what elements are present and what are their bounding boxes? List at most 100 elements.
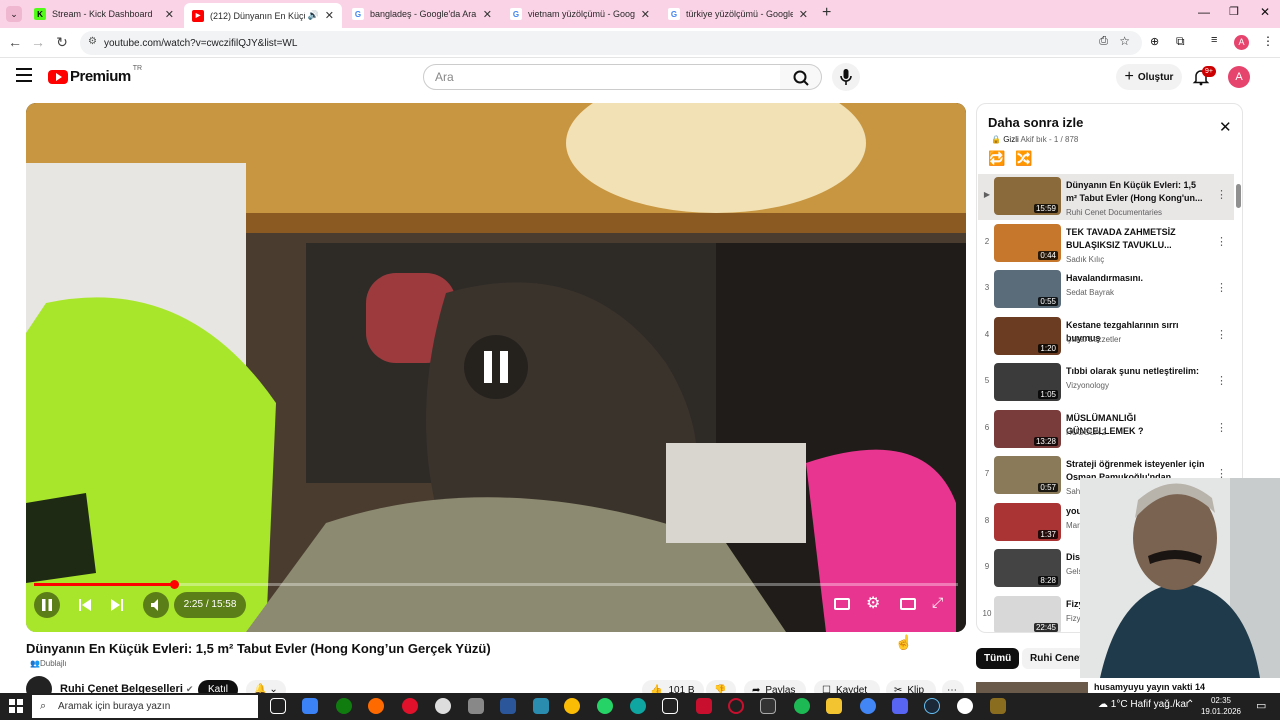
- playlist-item-menu-icon[interactable]: ⋮: [1216, 235, 1227, 248]
- close-tab-icon[interactable]: ✕: [483, 8, 492, 21]
- tab-youtube-video[interactable]: ▶ (212) Dünyanın En Küçük E 🔊 ✕: [184, 3, 342, 28]
- reload-icon[interactable]: ↻: [53, 34, 71, 51]
- audio-playing-icon[interactable]: 🔊: [308, 10, 319, 21]
- tab-google-vietnam[interactable]: G vietnam yüzölçümü - Google'd ✕: [502, 2, 658, 26]
- tray-chevron-icon[interactable]: ⌃: [1186, 699, 1194, 710]
- miniplayer-icon[interactable]: [900, 598, 916, 610]
- playlist-item[interactable]: 3 0:55 Havalandırmasını. Sedat Bayrak ⋮: [978, 267, 1234, 313]
- tab-google-bangladesh[interactable]: G bangladeş - Google'da Ara ✕: [344, 2, 500, 26]
- close-tab-icon[interactable]: ✕: [165, 8, 174, 21]
- playlist-item-thumbnail[interactable]: 1:37: [994, 502, 1061, 541]
- site-info-icon[interactable]: ⚙: [88, 36, 97, 47]
- notification-center-icon[interactable]: ▭: [1256, 699, 1266, 712]
- playlist-item-thumbnail[interactable]: 0:55: [994, 270, 1061, 308]
- word-icon[interactable]: [500, 698, 516, 714]
- playlist-item-thumbnail[interactable]: 22:45: [994, 595, 1061, 632]
- pause-button[interactable]: [34, 592, 60, 618]
- playlist-item[interactable]: 2 0:44 TEK TAVADA ZAHMETSİZ BULAŞIKSIZ TAV…: [978, 221, 1234, 267]
- back-arrow-icon[interactable]: ←: [6, 34, 24, 50]
- steam-icon[interactable]: [924, 698, 940, 714]
- playlist-item-menu-icon[interactable]: ⋮: [1216, 188, 1227, 201]
- playlist-title[interactable]: Daha sonra izle: [988, 115, 1083, 130]
- new-tab-button[interactable]: +: [822, 4, 831, 22]
- taskbar-search-box[interactable]: ⌕ Aramak için buraya yazın: [32, 695, 258, 718]
- playlist-item-title[interactable]: Dünyanın En Küçük Evleri: 1,5 m² Tabut E…: [1066, 179, 1206, 205]
- volume-button[interactable]: [143, 592, 169, 618]
- close-tab-icon[interactable]: ✕: [799, 8, 808, 21]
- settings-gear-icon[interactable]: ⚙: [866, 593, 880, 613]
- chrome-active-icon[interactable]: [860, 698, 876, 714]
- obs-icon[interactable]: [435, 698, 451, 714]
- playlist-item[interactable]: ▶ 15:59 Dünyanın En Küçük Evleri: 1,5 m² T…: [978, 174, 1234, 220]
- youtube-premium-logo[interactable]: Premium TR: [48, 65, 142, 85]
- account-avatar[interactable]: A: [1228, 66, 1250, 88]
- playlist-item-menu-icon[interactable]: ⋮: [1216, 374, 1227, 387]
- playlist-item-thumbnail[interactable]: 1:20: [994, 316, 1061, 355]
- xbox-icon[interactable]: [336, 698, 352, 714]
- file-explorer-icon[interactable]: [826, 698, 842, 714]
- next-recommendation[interactable]: husamyuyu yayın vakti 14: [976, 682, 1280, 693]
- playlist-item-menu-icon[interactable]: ⋮: [1216, 281, 1227, 294]
- close-playlist-icon[interactable]: ✕: [1219, 118, 1232, 136]
- task-view-icon[interactable]: [270, 698, 286, 714]
- loop-playlist-icon[interactable]: 🔁: [988, 150, 1005, 167]
- profile-avatar[interactable]: A: [1234, 35, 1249, 50]
- playlist-item-menu-icon[interactable]: ⋮: [1216, 421, 1227, 434]
- subtitles-icon[interactable]: [834, 598, 850, 610]
- url-field[interactable]: ⚙ youtube.com/watch?v=cwczifilQJY&list=W…: [80, 31, 1142, 55]
- opera-gx-icon[interactable]: [728, 698, 744, 714]
- tool-app-icon[interactable]: [990, 698, 1006, 714]
- playlist-item-thumbnail[interactable]: 0:44: [994, 223, 1061, 262]
- tab-kick-dashboard[interactable]: K Stream - Kick Dashboard ✕: [26, 2, 182, 26]
- minimize-window-icon[interactable]: —: [1198, 5, 1210, 19]
- bookmark-star-icon[interactable]: ☆: [1119, 34, 1130, 48]
- recorder-icon[interactable]: [760, 698, 776, 714]
- close-window-icon[interactable]: ✕: [1260, 5, 1270, 19]
- system-clock[interactable]: 02:35 19.01.2026: [1196, 695, 1246, 717]
- copilot-icon[interactable]: [302, 698, 318, 714]
- weather-widget[interactable]: ☁ 1°C Hafif yağ./kar: [1098, 699, 1189, 710]
- translate-icon[interactable]: ⊕: [1150, 35, 1159, 48]
- tab-google-turkiye[interactable]: G türkiye yüzölçümü - Google'da ✕: [660, 2, 816, 26]
- playlist-item-thumbnail[interactable]: 13:28: [994, 409, 1061, 448]
- github-icon[interactable]: [957, 698, 973, 714]
- playlist-item[interactable]: 4 1:20 Kestane tezgahlarının sırrı buymuş Ç…: [978, 314, 1234, 360]
- progress-track[interactable]: [34, 580, 958, 589]
- fullscreen-icon[interactable]: ⤢: [932, 594, 943, 611]
- chrome-icon[interactable]: [564, 698, 580, 714]
- playlist-item-title[interactable]: TEK TAVADA ZAHMETSİZ BULAŞIKSIZ TAVUKLU.…: [1066, 226, 1206, 252]
- media-app-icon[interactable]: [533, 698, 549, 714]
- file-app-icon[interactable]: [468, 698, 484, 714]
- playlist-item-thumbnail[interactable]: 8:28: [994, 549, 1061, 587]
- browser-menu-icon[interactable]: ⋮: [1262, 34, 1274, 48]
- spotify-icon[interactable]: [794, 698, 810, 714]
- previous-button[interactable]: [72, 592, 98, 618]
- create-button[interactable]: + Oluştur: [1116, 64, 1182, 90]
- search-button[interactable]: [780, 64, 822, 90]
- game-app-icon[interactable]: [368, 698, 384, 714]
- playlist-item-thumbnail[interactable]: 1:05: [994, 363, 1061, 401]
- whatsapp-icon[interactable]: [597, 698, 613, 714]
- playlist-item[interactable]: 6 13:28 MÜSLÜMANLIĞI GÜNCELLEMEK ? HUGOLA 2…: [978, 407, 1234, 453]
- capcut-icon[interactable]: [662, 698, 678, 714]
- edge-icon[interactable]: [630, 698, 646, 714]
- red-app-icon[interactable]: [696, 698, 712, 714]
- install-app-icon[interactable]: ⎙: [1099, 35, 1108, 48]
- windows-start-icon[interactable]: [9, 699, 23, 713]
- search-input[interactable]: Ara: [423, 64, 781, 90]
- forward-arrow-icon[interactable]: →: [29, 34, 47, 50]
- media-control-icon[interactable]: ≡: [1211, 34, 1217, 46]
- chip-all[interactable]: Tümü: [976, 648, 1020, 669]
- playlist-item-thumbnail[interactable]: 0:57: [994, 456, 1061, 494]
- discord-icon[interactable]: [892, 698, 908, 714]
- playlist-item-title[interactable]: Tıbbi olarak şunu netleştirelim:: [1066, 365, 1206, 378]
- close-tab-icon[interactable]: ✕: [641, 8, 650, 21]
- playlist-item[interactable]: 5 1:05 Tıbbi olarak şunu netleştirelim: Viz…: [978, 360, 1234, 406]
- hamburger-menu-icon[interactable]: [16, 68, 32, 82]
- next-button[interactable]: [104, 592, 130, 618]
- playlist-scrollbar[interactable]: [1236, 184, 1241, 208]
- tab-list-chevron-icon[interactable]: ⌄: [6, 6, 22, 22]
- voice-search-button[interactable]: [832, 63, 860, 91]
- opera-icon[interactable]: [402, 698, 418, 714]
- progress-scrubber-handle[interactable]: [169, 580, 179, 589]
